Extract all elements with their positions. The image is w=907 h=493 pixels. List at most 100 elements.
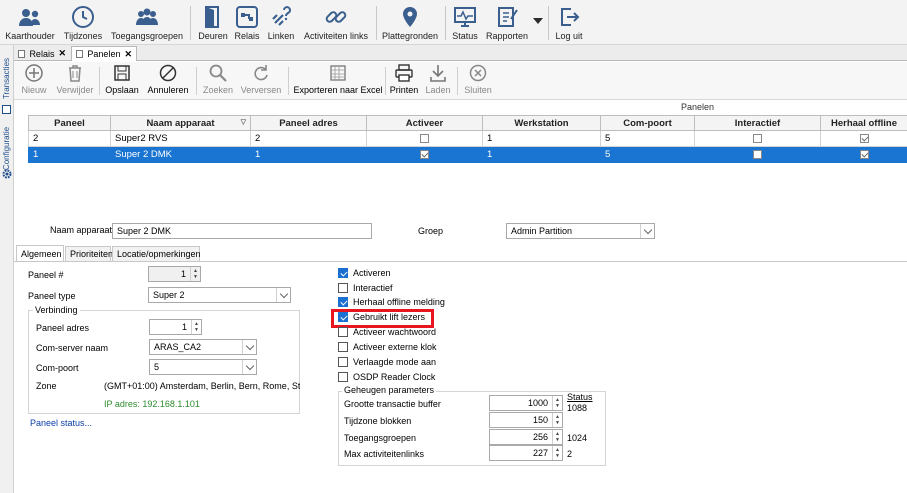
paneel-status-link[interactable]: Paneel status... [30, 418, 92, 428]
herhaal-offline-melding-checkbox[interactable]: Herhaal offline melding [338, 297, 445, 307]
chevron-down-icon[interactable] [242, 360, 256, 374]
spinner-arrows-icon[interactable]: ▲ ▼ [191, 320, 201, 334]
cell-activeer [366, 130, 483, 147]
verwijder-button[interactable]: Verwijder [54, 63, 96, 95]
column-header-naam-apparaat[interactable]: Naam apparaat ▽ [110, 115, 251, 131]
spinner-arrows-icon[interactable]: ▲ ▼ [190, 267, 200, 281]
cell-werkstation: 1 [482, 146, 601, 163]
ribbon-label: Toegangsgroepen [110, 31, 184, 41]
column-header-activeer[interactable]: Activeer [366, 115, 483, 131]
filter-icon[interactable]: ▽ [241, 118, 246, 126]
spinner-arrows-icon[interactable]: ▲ ▼ [552, 430, 562, 444]
transactie-buffer-stepper[interactable]: 1000 ▲ ▼ [489, 395, 563, 411]
com-poort-select[interactable]: 5 [149, 359, 257, 375]
column-header-com-poort[interactable]: Com-poort [600, 115, 695, 131]
activeer-externe-klok-checkbox[interactable]: Activeer externe klok [338, 342, 437, 352]
ribbon-tijdzones-button[interactable]: Tijdzones [62, 2, 104, 44]
column-header-werkstation[interactable]: Werkstation [482, 115, 601, 131]
sidebar-tab-configuratie[interactable]: Configuratie [1, 123, 13, 173]
paneel-nr-stepper[interactable]: 1 ▲ ▼ [148, 266, 201, 282]
checkbox-label: Verlaagde mode aan [353, 357, 437, 367]
tab-locatie-opmerkingen[interactable]: Locatie/opmerkingen [112, 246, 201, 261]
cell-com-poort: 5 [600, 130, 695, 147]
verlaagde-mode-aan-checkbox[interactable]: Verlaagde mode aan [338, 357, 436, 367]
tab-algemeen[interactable]: Algemeen [16, 245, 64, 261]
ribbon-rapporten-button[interactable]: Rapporten [484, 2, 530, 44]
checkbox-box [338, 297, 348, 307]
zoeken-button[interactable]: Zoeken [200, 63, 236, 95]
osdp-reader-clock-checkbox[interactable]: OSDP Reader Clock [338, 372, 435, 382]
doc-tab-panelen[interactable]: Panelen ✕ [71, 46, 137, 61]
nieuw-button[interactable]: Nieuw [19, 63, 49, 95]
chain-link-icon [325, 11, 347, 23]
spinner-arrows-icon[interactable]: ▲ ▼ [552, 446, 562, 460]
printer-icon [395, 64, 413, 82]
spinner-arrows-icon[interactable]: ▲ ▼ [552, 396, 562, 410]
grid-caption: Panelen [680, 102, 715, 112]
paneel-type-select[interactable]: Super 2 [148, 287, 291, 303]
toolbar-label: Nieuw [21, 85, 47, 95]
ribbon-plattegronden-button[interactable]: Plattegronden [380, 2, 440, 44]
zone-value: (GMT+01:00) Amsterdam, Berlin, Bern, Rom… [104, 381, 300, 391]
column-header-interactief[interactable]: Interactief [694, 115, 821, 131]
com-server-select[interactable]: ARAS_CA2 [149, 339, 257, 355]
annuleren-button[interactable]: Annuleren [145, 63, 191, 95]
table-row[interactable]: 2 Super2 RVS 2 1 5 [28, 130, 907, 147]
geheugen-row-status: 1088 [567, 403, 588, 413]
column-header-herhaal-offline[interactable]: Herhaal offline [820, 115, 907, 131]
grid-checkbox[interactable] [753, 149, 762, 159]
ribbon-deuren-button[interactable]: Deuren [196, 2, 230, 44]
sidebar-tab-transacties[interactable]: Transacties [1, 51, 13, 105]
column-header-paneel[interactable]: Paneel [28, 115, 111, 131]
ribbon-label: Linken [267, 31, 295, 41]
sluiten-button[interactable]: Sluiten [461, 63, 495, 95]
activeren-checkbox[interactable]: Activeren [338, 268, 391, 278]
spinner-arrows-icon[interactable]: ▲ ▼ [552, 413, 562, 427]
activeer-wachtwoord-checkbox[interactable]: Activeer wachtwoord [338, 327, 436, 337]
ribbon-toegangsgroepen-button[interactable]: Toegangsgroepen [111, 2, 183, 44]
ribbon-activiteiten-links-button[interactable]: Activiteiten links [301, 2, 371, 44]
interactief-checkbox[interactable]: Interactief [338, 283, 393, 293]
toolbar-divider [99, 67, 100, 95]
doc-tab-relais[interactable]: Relais ✕ [14, 46, 70, 61]
close-icon[interactable]: ✕ [124, 49, 132, 60]
transacties-window-icon [2, 105, 11, 114]
grid-checkbox[interactable] [420, 149, 429, 159]
chevron-down-icon[interactable] [276, 288, 290, 302]
ribbon-relais-button[interactable]: Relais [233, 2, 261, 44]
cell-interactief [694, 130, 821, 147]
paneel-nr-value: 1 [180, 269, 186, 279]
grid-checkbox[interactable] [753, 133, 762, 143]
printen-button[interactable]: Printen [388, 63, 420, 95]
table-row-selected[interactable]: 1 Super 2 DMK 1 1 5 [28, 146, 907, 163]
max-activiteitenlinks-stepper[interactable]: 227 ▲ ▼ [489, 445, 563, 461]
naam-apparaat-input[interactable]: Super 2 DMK [112, 223, 372, 239]
toolbar-label: Laden [425, 85, 451, 95]
grid-checkbox[interactable] [859, 149, 869, 159]
grid-checkbox[interactable] [420, 133, 429, 143]
column-header-paneel-adres[interactable]: Paneel adres [250, 115, 367, 131]
laden-button[interactable]: Laden [424, 63, 452, 95]
panelen-grid: Panelen Paneel Naam apparaat ▽ Paneel adr… [28, 100, 907, 216]
ribbon-log-uit-button[interactable]: Log uit [552, 2, 586, 44]
chevron-down-icon[interactable] [242, 340, 256, 354]
groep-select[interactable]: Admin Partition [506, 223, 655, 239]
verversen-button[interactable]: Verversen [240, 63, 282, 95]
com-server-label: Com-server naam [36, 343, 109, 353]
close-icon[interactable]: ✕ [58, 48, 66, 59]
chevron-down-icon[interactable] [640, 224, 654, 238]
exporteren-naar-excel-button[interactable]: Exporteren naar Excel [293, 63, 383, 95]
tijdzone-blokken-stepper[interactable]: 150 ▲ ▼ [489, 412, 563, 428]
rapporten-dropdown-arrow-icon[interactable] [533, 18, 543, 24]
toolbar-label: Exporteren naar Excel [293, 85, 383, 95]
toolbar-label: Sluiten [464, 85, 492, 95]
tab-prioriteiten[interactable]: Prioriteiten [65, 246, 113, 261]
paneel-adres-stepper[interactable]: 1 ▲ ▼ [149, 319, 202, 335]
ribbon-linken-button[interactable]: Linken [264, 2, 298, 44]
ribbon-status-button[interactable]: Status [449, 2, 481, 44]
grid-checkbox[interactable] [859, 133, 869, 143]
ribbon-kaarthouder-button[interactable]: Kaarthouder [5, 2, 55, 44]
opslaan-button[interactable]: Opslaan [104, 63, 140, 95]
plus-icon [25, 64, 43, 82]
toegangsgroepen-stepper[interactable]: 256 ▲ ▼ [489, 429, 563, 445]
